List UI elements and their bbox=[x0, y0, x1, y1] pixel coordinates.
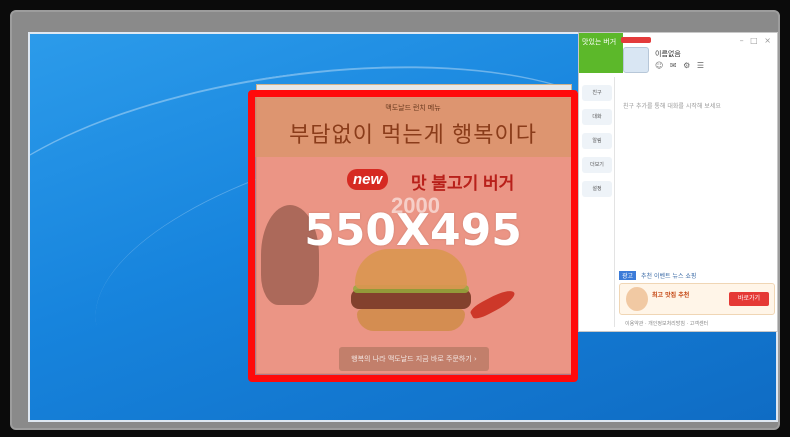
sidebar-item-notifications[interactable]: 알림 bbox=[582, 133, 612, 149]
burger-image bbox=[351, 249, 471, 345]
tab-shopping[interactable]: 쇼핑 bbox=[685, 273, 696, 280]
tab-news[interactable]: 뉴스 bbox=[672, 273, 683, 280]
sidebar-item-chats[interactable]: 대화 bbox=[582, 109, 612, 125]
messenger-window[interactable]: 맛있는 버거 이름없음 ☺ ✉ ⚙ ☰ – □ × 친구 대화 알림 더보기 설… bbox=[578, 32, 778, 332]
messenger-ad-banner[interactable]: 최고 맛집 추천 바로가기 bbox=[619, 283, 775, 315]
ad-text: 최고 맛집 추천 bbox=[652, 292, 690, 299]
tab-events[interactable]: 이벤트 bbox=[654, 273, 671, 280]
avatar[interactable] bbox=[623, 47, 649, 73]
pepper-image bbox=[468, 286, 518, 322]
sidebar-item-more[interactable]: 더보기 bbox=[582, 157, 612, 173]
messenger-banner-text: 맛있는 버거 bbox=[582, 39, 617, 46]
messenger-footer[interactable]: 이용약관 · 개인정보처리방침 · 고객센터 bbox=[625, 320, 708, 327]
ad-kicker: 맥도날드 런치 메뉴 bbox=[385, 105, 441, 112]
ad-button[interactable]: 바로가기 bbox=[729, 292, 769, 306]
window-controls[interactable]: – □ × bbox=[740, 36, 773, 45]
ad-product-name: 맛 불고기 버거 bbox=[411, 174, 515, 193]
messenger-banner[interactable]: 맛있는 버거 bbox=[579, 33, 623, 73]
ad-cta-button[interactable]: 행복의 나라 맥도날드 지금 바로 주문하기 › bbox=[339, 347, 489, 371]
empty-state-text: 친구 추가를 통해 대화를 시작해 보세요 bbox=[623, 103, 721, 110]
size-overlay: 맥도날드 런치 메뉴 부담없이 먹는게 행복이다 new 맛 불고기 버거 20… bbox=[248, 90, 578, 382]
sidebar-item-friends[interactable]: 친구 bbox=[582, 85, 612, 101]
ad-person-image bbox=[626, 287, 648, 311]
messenger-tabs: 광고 추천 이벤트 뉴스 쇼핑 bbox=[619, 271, 777, 281]
new-badge: new bbox=[347, 169, 389, 190]
burger-bun-bottom bbox=[357, 309, 465, 331]
profile-name: 이름없음 bbox=[655, 51, 681, 58]
size-label: 550X495 bbox=[304, 205, 522, 256]
sidebar-item-settings[interactable]: 설정 bbox=[582, 181, 612, 197]
tab-ads[interactable]: 광고 bbox=[619, 271, 637, 280]
toolbar-icons[interactable]: ☺ ✉ ⚙ ☰ bbox=[655, 61, 706, 70]
messenger-logo bbox=[621, 37, 651, 43]
messenger-sidebar: 친구 대화 알림 더보기 설정 bbox=[579, 77, 615, 327]
ad-headline: 부담없이 먹는게 행복이다 bbox=[289, 122, 537, 147]
tab-recommend[interactable]: 추천 bbox=[641, 273, 652, 280]
